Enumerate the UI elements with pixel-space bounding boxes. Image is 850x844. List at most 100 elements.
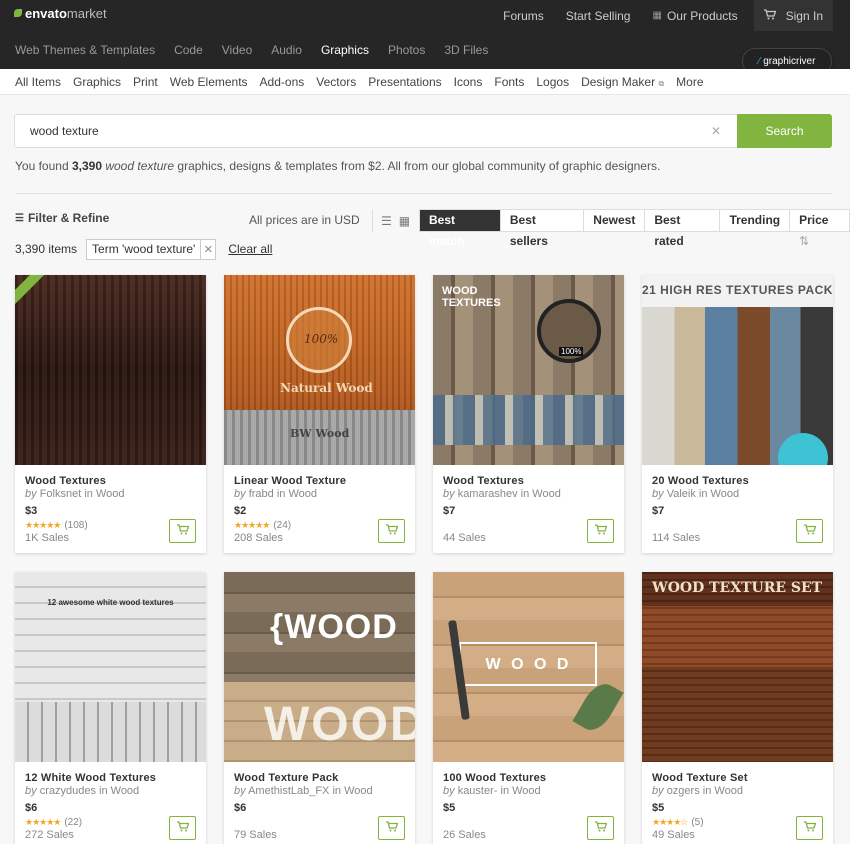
white-planks (15, 702, 206, 762)
grid-view-icon[interactable]: ▦ (399, 214, 410, 228)
product-thumbnail[interactable]: 100% WOOD TEXTURES (433, 275, 624, 465)
author-link[interactable]: AmethistLab_FX (248, 785, 329, 797)
stars-icon: ★★★★☆ (652, 817, 688, 827)
subnav-logos[interactable]: Logos (536, 75, 569, 89)
author-link[interactable]: crazydudes (40, 785, 96, 797)
envato-logo[interactable]: envato market (14, 5, 107, 21)
graphicriver-icon: ⁄ (758, 56, 761, 67)
subnav-web-elements[interactable]: Web Elements (170, 75, 248, 89)
sort-best-sellers[interactable]: Best sellers (501, 210, 585, 248)
add-to-cart-button[interactable] (378, 816, 405, 840)
product-card[interactable]: 100% WOOD TEXTURES Wood Textures by kama… (433, 275, 624, 553)
product-thumbnail[interactable]: 100% Natural Wood BW Wood (224, 275, 415, 465)
sort-best-rated[interactable]: Best rated (645, 210, 721, 248)
wood-grain (642, 572, 833, 762)
subnav-all-items[interactable]: All Items (15, 75, 61, 89)
subnav-design-maker[interactable]: Design Maker ⧉ (581, 75, 664, 89)
subnav-graphics[interactable]: Graphics (73, 75, 121, 89)
product-title[interactable]: 12 White Wood Textures (25, 772, 156, 784)
our-products-link[interactable]: ▦ Our Products (652, 9, 737, 23)
category-code[interactable]: Code (174, 43, 203, 57)
add-to-cart-button[interactable] (378, 519, 405, 543)
product-author: by crazydudes in Wood (25, 785, 139, 797)
category-3d-files[interactable]: 3D Files (444, 43, 488, 57)
product-title[interactable]: Linear Wood Texture (234, 475, 346, 487)
sort-price[interactable]: Price ⇅ (790, 210, 849, 248)
category-label: in Wood (332, 785, 373, 797)
remove-term-icon[interactable]: ✕ (200, 239, 215, 259)
search-button[interactable]: Search (737, 114, 832, 148)
subnav-icons[interactable]: Icons (454, 75, 483, 89)
category-photos[interactable]: Photos (388, 43, 425, 57)
product-title[interactable]: 20 Wood Textures (652, 475, 749, 487)
sign-in-link[interactable]: Sign In (786, 9, 823, 23)
product-thumbnail[interactable]: 12 awesome white wood textures (15, 572, 206, 762)
category-video[interactable]: Video (222, 43, 252, 57)
author-link[interactable]: frabd (249, 488, 274, 500)
product-sales: 26 Sales (443, 829, 486, 841)
product-author: by AmethistLab_FX in Wood (234, 785, 373, 797)
product-card[interactable]: {WOOD WOOD Wood Texture Pack by Amethist… (224, 572, 415, 844)
graphicriver-label: graphicriver (763, 56, 816, 67)
product-card[interactable]: WOOD TEXTURE SET Wood Texture Set by ozg… (642, 572, 833, 844)
items-count-value: 3,390 items (15, 242, 78, 256)
product-title[interactable]: 100 Wood Textures (443, 772, 546, 784)
product-thumbnail[interactable]: W O O D (433, 572, 624, 762)
product-thumbnail[interactable]: 21 HIGH RES TEXTURES PACK (642, 275, 833, 465)
stars-icon: ★★★★★ (25, 817, 61, 827)
add-to-cart-button[interactable] (587, 519, 614, 543)
sort-trending[interactable]: Trending (720, 210, 791, 231)
add-to-cart-button[interactable] (169, 519, 196, 543)
product-author: by kauster- in Wood (443, 785, 541, 797)
product-card[interactable]: Wood Textures by Folksnet in Wood $3 ★★★… (15, 275, 206, 553)
product-rating: ★★★★★ (24) (234, 520, 291, 531)
sign-in-area[interactable]: Sign In (753, 0, 833, 31)
product-title[interactable]: Wood Texture Set (652, 772, 748, 784)
product-card[interactable]: W O O D 100 Wood Textures by kauster- in… (433, 572, 624, 844)
category-label: in Wood (99, 785, 140, 797)
author-link[interactable]: ozgers (667, 785, 700, 797)
add-to-cart-button[interactable] (169, 816, 196, 840)
product-thumbnail[interactable] (15, 275, 206, 465)
add-to-cart-button[interactable] (796, 816, 823, 840)
subnav-print[interactable]: Print (133, 75, 158, 89)
category-label: in Wood (500, 785, 541, 797)
sort-newest[interactable]: Newest (584, 210, 646, 231)
category-web-themes[interactable]: Web Themes & Templates (15, 43, 155, 57)
product-thumbnail[interactable]: WOOD TEXTURE SET (642, 572, 833, 762)
author-link[interactable]: Valeik (667, 488, 696, 500)
subnav-more[interactable]: More (676, 75, 703, 89)
product-title[interactable]: Wood Textures (25, 475, 106, 487)
top-links: Forums Start Selling ▦ Our Products Sign… (481, 0, 833, 31)
product-rating: ★★★★★ (108) (25, 520, 88, 531)
filter-refine-button[interactable]: ☰ Filter & Refine (15, 211, 109, 225)
clear-all-link[interactable]: Clear all (228, 242, 272, 256)
product-card[interactable]: 21 HIGH RES TEXTURES PACK 20 Wood Textur… (642, 275, 833, 553)
sort-best-match[interactable]: Best match (420, 210, 501, 248)
search-input[interactable] (14, 114, 738, 148)
rating-count: (5) (691, 817, 704, 828)
stars-icon: ★★★★★ (234, 520, 270, 530)
forums-link[interactable]: Forums (503, 9, 544, 23)
product-thumbnail[interactable]: {WOOD WOOD (224, 572, 415, 762)
product-title[interactable]: Wood Textures (443, 475, 524, 487)
add-to-cart-button[interactable] (587, 816, 614, 840)
author-link[interactable]: Folksnet (40, 488, 82, 500)
subnav-fonts[interactable]: Fonts (494, 75, 524, 89)
list-view-icon[interactable]: ☰ (381, 214, 392, 228)
author-link[interactable]: kamarashev (458, 488, 518, 500)
thumb-label: {WOOD (270, 608, 398, 646)
author-link[interactable]: kauster- (458, 785, 498, 797)
subnav-add-ons[interactable]: Add-ons (260, 75, 305, 89)
start-selling-link[interactable]: Start Selling (566, 9, 631, 23)
category-graphics[interactable]: Graphics (321, 43, 369, 57)
subnav-presentations[interactable]: Presentations (368, 75, 441, 89)
category-audio[interactable]: Audio (271, 43, 302, 57)
add-to-cart-button[interactable] (796, 519, 823, 543)
subnav-vectors[interactable]: Vectors (316, 75, 356, 89)
product-card[interactable]: 12 awesome white wood textures 12 White … (15, 572, 206, 844)
clear-search-icon[interactable]: ✕ (711, 124, 721, 138)
product-title[interactable]: Wood Texture Pack (234, 772, 338, 784)
category-label: in Wood (698, 488, 740, 500)
product-card[interactable]: 100% Natural Wood BW Wood Linear Wood Te… (224, 275, 415, 553)
